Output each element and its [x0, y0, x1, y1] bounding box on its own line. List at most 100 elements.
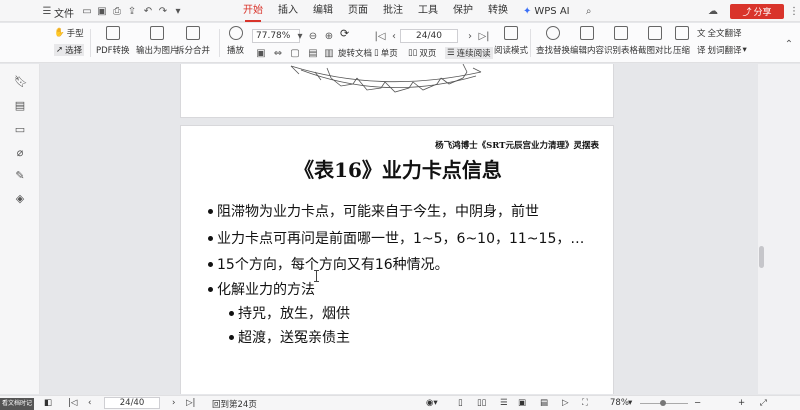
text-cursor-icon — [314, 270, 319, 282]
menu-icon[interactable]: ☰ — [40, 4, 54, 18]
bullet-icon — [208, 261, 213, 267]
eye-icon[interactable]: ◉▾ — [426, 398, 438, 408]
tab-comment[interactable]: 批注 — [383, 0, 403, 22]
layers-icon[interactable]: ◈ — [14, 193, 26, 205]
collapse-ribbon-icon[interactable]: ⌃ — [782, 37, 796, 51]
tab-protect[interactable]: 保护 — [453, 0, 473, 22]
edit-content-button[interactable]: 编辑内容 — [570, 26, 604, 56]
single-page-button[interactable]: ▯ 单页 — [374, 47, 398, 59]
split-merge-button[interactable]: 拆分合并 — [176, 26, 210, 56]
chevron-down-icon[interactable]: ▾ — [293, 29, 307, 43]
file-menu[interactable]: 文件 — [54, 5, 74, 20]
columns-icon[interactable]: ▥ — [322, 46, 336, 60]
vertical-scrollbar-track[interactable] — [758, 64, 800, 394]
page-view-icon[interactable]: ▤ — [306, 46, 320, 60]
attachment-icon[interactable]: ⌀ — [14, 147, 26, 159]
save-icon[interactable]: ▣ — [95, 4, 109, 18]
open-folder-icon[interactable]: ▭ — [80, 4, 94, 18]
zoom-in-icon[interactable]: ⊕ — [322, 29, 336, 43]
last-page-icon[interactable]: ▷| — [186, 398, 195, 408]
play-icon[interactable]: ▷ — [562, 398, 569, 408]
search-icon[interactable]: ⌕ — [582, 4, 596, 18]
zoom-out-icon[interactable]: ⊖ — [306, 29, 320, 43]
play-button[interactable]: 播放 — [227, 26, 244, 56]
bullet-icon — [229, 334, 234, 340]
next-page-icon[interactable]: › — [463, 29, 477, 43]
document-viewer[interactable]: 杨飞鸿博士《SRT元辰宫业力清理》灵摆表 《表16》业力卡点信息 阻滞物为业力卡… — [40, 64, 758, 394]
single-view-icon[interactable]: ▯ — [458, 398, 463, 408]
rotate-label-btn[interactable]: 旋转文档 — [338, 47, 372, 59]
double-view-icon[interactable]: ▯▯ — [477, 398, 486, 408]
zoom-out-icon[interactable]: − — [694, 398, 701, 408]
compress-label: 压缩 — [673, 46, 691, 56]
fit-page-icon[interactable]: ▣ — [254, 46, 268, 60]
prev-page-icon[interactable]: ‹ — [88, 398, 91, 408]
cloud-sync-icon[interactable]: ☁ — [706, 4, 720, 18]
hand-tool-button[interactable]: ✋ 手型 — [54, 27, 84, 39]
compress-button[interactable]: 压缩 — [673, 26, 690, 56]
comment-icon[interactable]: ▭ — [14, 124, 26, 136]
find-replace-label: 查找替换 — [536, 46, 571, 56]
redo-icon[interactable]: ↷ — [156, 4, 170, 18]
continuous-view-icon[interactable]: ☰ — [500, 398, 508, 408]
last-page-icon[interactable]: ▷| — [477, 29, 491, 43]
continuous-read-button[interactable]: ☰ 连续阅读 — [445, 47, 493, 59]
page-input[interactable]: 24/40 — [400, 29, 458, 43]
tab-edit[interactable]: 编辑 — [313, 0, 333, 22]
first-page-icon[interactable]: |◁ — [373, 29, 387, 43]
pdf-convert-button[interactable]: PDF转换 — [96, 26, 130, 56]
status-page-input[interactable]: 24/40 — [104, 397, 160, 409]
bookmark-icon[interactable]: 🔖︎ — [14, 76, 28, 88]
split-merge-label: 拆分合并 — [176, 46, 211, 56]
return-page-link[interactable]: 回到第24页 — [212, 398, 257, 410]
fit-window-icon[interactable]: ⤢ — [760, 398, 767, 408]
list-item: 化解业力的方法 — [208, 279, 315, 299]
word-translate-button[interactable]: 译 划词翻译 ▾ — [697, 44, 747, 56]
more-options-icon[interactable]: ⋮ — [787, 4, 800, 18]
thumbnail-icon[interactable]: ▤ — [14, 100, 26, 112]
zoom-slider-handle[interactable] — [660, 400, 666, 406]
undo-icon[interactable]: ↶ — [141, 4, 155, 18]
pdf-convert-label: PDF转换 — [96, 46, 130, 56]
select-tool-button[interactable]: ➚ 选择 — [54, 44, 85, 56]
first-page-icon[interactable]: |◁ — [68, 398, 77, 408]
tab-page[interactable]: 页面 — [348, 0, 368, 22]
prev-page-icon[interactable]: ‹ — [387, 29, 401, 43]
tab-insert[interactable]: 插入 — [278, 0, 298, 22]
edit-content-label: 编辑内容 — [570, 46, 605, 56]
full-translate-button[interactable]: 文 全文翻译 — [697, 27, 742, 39]
read-mode-label: 阅读模式 — [494, 46, 529, 56]
list-item: 15个方向，每个方向又有16种情况。 — [208, 254, 449, 274]
zoom-level[interactable]: 78% — [610, 398, 629, 408]
double-page-button[interactable]: ▯▯ 双页 — [408, 47, 436, 59]
vertical-scrollbar-thumb[interactable] — [759, 246, 764, 268]
tab-convert[interactable]: 转换 — [488, 0, 508, 22]
export-icon[interactable]: ⇪ — [125, 4, 139, 18]
next-page-icon[interactable]: › — [172, 398, 175, 408]
single-page-icon: ▯ — [374, 48, 379, 58]
export-image-button[interactable]: 输出为图片 — [136, 26, 179, 56]
find-replace-button[interactable]: 查找替换 — [536, 26, 570, 56]
zoom-in-icon[interactable]: + — [738, 398, 745, 408]
wps-ai-label: WPS AI — [534, 5, 570, 17]
read-icon[interactable]: ▤ — [540, 398, 548, 408]
tab-home[interactable]: 开始 — [243, 0, 263, 22]
recognize-table-button[interactable]: 识别表格 — [604, 26, 638, 56]
share-button[interactable]: ⤴ 分享 — [730, 4, 784, 19]
screenshot-compare-button[interactable]: 截图对比 — [638, 26, 672, 56]
signature-icon[interactable]: ✎ — [14, 170, 26, 182]
fit-width-icon[interactable]: ⇔ — [271, 46, 285, 60]
list-item-text: 化解业力的方法 — [217, 282, 315, 298]
more-icon[interactable]: ▾ — [171, 4, 185, 18]
chevron-down-icon[interactable]: ▾ — [628, 398, 632, 408]
sidebar-toggle-icon[interactable]: ◧ — [44, 398, 52, 408]
read-mode-button[interactable]: 阅读模式 — [494, 26, 528, 56]
fullscreen-icon[interactable]: ⛶ — [582, 398, 588, 408]
rotate-button[interactable]: ⟳ — [340, 27, 349, 40]
list-item-text: 业力卡点可再问是前面哪一世，1~5，6~10，11~15，… — [217, 231, 585, 247]
fit-icon[interactable]: ▣ — [518, 398, 526, 408]
actual-size-icon[interactable]: ▢ — [288, 46, 302, 60]
wps-ai-button[interactable]: ✦ WPS AI — [523, 0, 570, 22]
tab-tools[interactable]: 工具 — [418, 0, 438, 22]
print-icon[interactable]: ⎙ — [110, 4, 124, 18]
